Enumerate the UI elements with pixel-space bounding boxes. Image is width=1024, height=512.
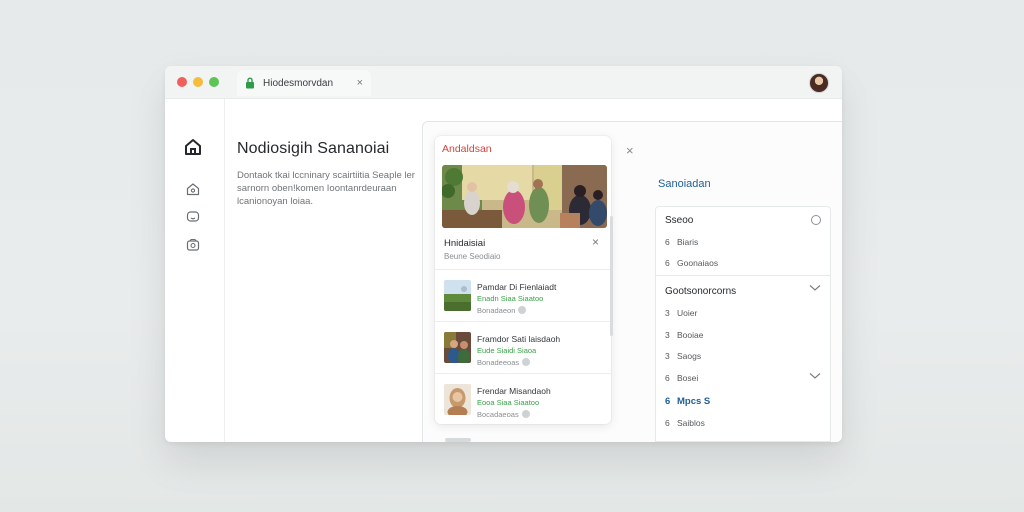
card-tag: Andaldsan xyxy=(442,143,492,155)
filter-group-header: Gootsonorcorns xyxy=(665,286,737,297)
item-footer: Bonadaeon xyxy=(477,306,527,315)
item-meta: Eooa Siaa Siaatoo xyxy=(477,398,540,407)
minimize-window-button[interactable] xyxy=(193,77,203,87)
result-card: Andaldsan Hnidaisiai Beune Seodiaio × Pa… xyxy=(435,136,611,424)
item-footer: Bocadaeoas xyxy=(477,410,530,419)
filter-option[interactable]: 3 Uoier xyxy=(665,308,697,318)
partial-thumbnail xyxy=(445,438,471,442)
close-icon[interactable]: × xyxy=(357,77,363,89)
tab-title: Hiodesmorvdan xyxy=(263,77,334,89)
thumbnail-people xyxy=(444,332,471,363)
filter-option[interactable]: 6 Biaris xyxy=(665,237,698,247)
avatar[interactable] xyxy=(809,73,829,93)
option-count: 6 xyxy=(665,258,670,268)
status-dot-icon xyxy=(522,358,531,366)
option-label: Biaris xyxy=(677,237,699,247)
filter-option-selected[interactable]: 6 Mpcs S xyxy=(665,396,710,407)
gallery-icon[interactable] xyxy=(183,235,203,255)
browser-window: Hiodesmorvdan × Nodiosigih Sananoiai Don… xyxy=(165,66,842,442)
chevron-down-icon[interactable] xyxy=(809,372,821,382)
item-title: Framdor Sati laisdaoh xyxy=(477,334,561,344)
title-bar: Hiodesmorvdan × xyxy=(165,66,842,99)
filter-group-1: Sseoo 6 Biaris 6 Goonaiaos xyxy=(655,206,831,276)
option-count: 3 xyxy=(665,351,670,361)
item-meta: Enadn Siaa Siaatoo xyxy=(477,294,544,303)
lock-icon xyxy=(245,77,255,89)
option-label: Saogs xyxy=(677,351,702,361)
home-icon[interactable] xyxy=(183,137,203,157)
list-item[interactable]: Frendar Misandaoh Eooa Siaa Siaatoo Boca… xyxy=(435,373,611,424)
filter-title: Sanoiadan xyxy=(658,178,711,190)
browser-tab[interactable]: Hiodesmorvdan × xyxy=(237,70,371,96)
option-count: 6 xyxy=(665,237,670,247)
option-label: Uoier xyxy=(677,308,698,318)
item-title: Frendar Misandaoh xyxy=(477,386,551,396)
option-count: 3 xyxy=(665,308,670,318)
item-footer-text: Bonadaeon xyxy=(477,306,516,315)
filter-option[interactable]: 3 Booiae xyxy=(665,330,703,340)
status-dot-icon xyxy=(521,410,530,418)
filter-option[interactable]: 6 Bosei xyxy=(665,373,698,383)
maximize-window-button[interactable] xyxy=(209,77,219,87)
icon-sidebar xyxy=(165,99,225,442)
hero-image[interactable] xyxy=(442,165,607,228)
card-scrollbar[interactable] xyxy=(610,216,613,336)
option-label: Booiae xyxy=(677,330,704,340)
option-count: 6 xyxy=(665,418,670,428)
intro-section: Nodiosigih Sananoiai Dontaok tkai lccnin… xyxy=(237,140,423,208)
close-icon[interactable]: × xyxy=(592,235,599,249)
option-label: Mpcs S xyxy=(677,396,711,407)
chevron-down-icon[interactable] xyxy=(809,284,821,294)
item-footer-text: Bocadaeoas xyxy=(477,410,519,419)
chat-icon[interactable] xyxy=(183,207,203,227)
thumbnail-portrait xyxy=(444,384,471,415)
status-dot-icon xyxy=(518,306,527,314)
option-label: Saiblos xyxy=(677,418,705,428)
filter-option[interactable]: 6 Goonaiaos xyxy=(665,258,718,268)
close-window-button[interactable] xyxy=(177,77,187,87)
item-title: Pamdar Di Fienlaiadt xyxy=(477,282,557,292)
item-footer: Bonadeeoas xyxy=(477,358,531,367)
list-item[interactable]: Framdor Sati laisdaoh Eude Siaidi Siaoa … xyxy=(435,321,611,373)
filter-group-2: Gootsonorcorns 3 Uoier 3 Booiae 3 Saogs 6 Bo… xyxy=(655,276,831,442)
page-description: Dontaok tkai lccninary scairtiitia Seapl… xyxy=(237,170,415,207)
option-label: Bosei xyxy=(677,373,699,383)
option-label: Goonaiaos xyxy=(677,258,719,268)
option-count: 3 xyxy=(665,330,670,340)
card-heading: Hnidaisiai xyxy=(444,238,486,249)
option-count: 6 xyxy=(665,373,670,383)
filter-option[interactable]: 6 Saiblos xyxy=(665,418,705,428)
home-outline-icon[interactable] xyxy=(183,179,203,199)
option-count: 6 xyxy=(665,396,671,407)
thumbnail-landscape xyxy=(444,280,471,311)
card-subheading: Beune Seodiaio xyxy=(444,252,501,261)
item-footer-text: Bonadeeoas xyxy=(477,358,520,367)
close-icon[interactable]: × xyxy=(626,143,634,158)
radio-icon[interactable] xyxy=(811,215,821,227)
filter-option[interactable]: 3 Saogs xyxy=(665,351,701,361)
filter-group-header: Sseoo xyxy=(665,215,694,226)
page-title: Nodiosigih Sananoiai xyxy=(237,140,390,157)
item-meta: Eude Siaidi Siaoa xyxy=(477,346,537,355)
list-item[interactable]: Pamdar Di Fienlaiadt Enadn Siaa Siaatoo … xyxy=(435,269,611,321)
